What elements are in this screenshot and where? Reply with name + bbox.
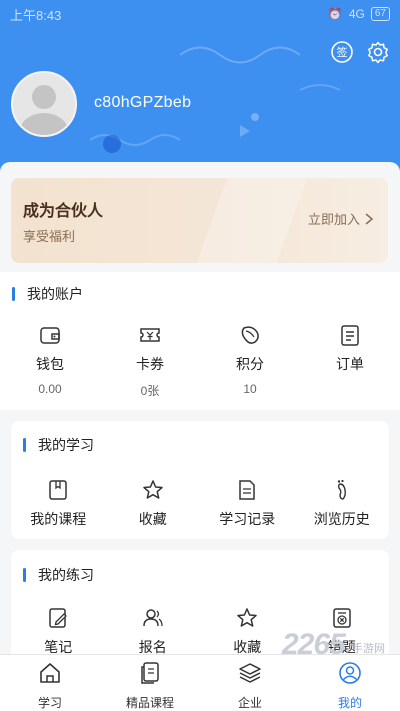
watermark-brand: 2265 xyxy=(282,628,346,661)
record-icon xyxy=(234,477,260,503)
partner-banner[interactable]: 成为合伙人 享受福利 立即加入 xyxy=(11,178,388,263)
profile-icon xyxy=(338,661,362,685)
order-icon xyxy=(337,322,363,348)
account-section: 我的账户 钱包 0.00 卡券 0张 积分 10 订单 xyxy=(0,272,400,410)
course-icon xyxy=(45,477,71,503)
chevron-right-icon xyxy=(365,212,374,225)
study-item-record[interactable]: 学习记录 xyxy=(200,477,295,529)
section-accent-bar xyxy=(12,287,15,301)
study-item-label: 学习记录 xyxy=(219,511,276,527)
partner-subtitle: 享受福利 xyxy=(23,229,76,244)
account-item-label: 订单 xyxy=(336,356,364,372)
watermark-suffix: 手游网 xyxy=(352,643,385,655)
star-icon xyxy=(234,605,260,631)
account-item-points[interactable]: 积分 10 xyxy=(200,322,300,399)
account-title: 我的账户 xyxy=(27,286,83,302)
study-item-label: 收藏 xyxy=(138,511,167,527)
account-item-coupon[interactable]: 卡券 0张 xyxy=(100,322,200,399)
practice-title: 我的练习 xyxy=(38,567,94,583)
study-section: 我的学习 我的课程 收藏 学习记录 浏览历史 xyxy=(11,421,389,539)
signup-icon xyxy=(140,605,166,631)
points-icon xyxy=(237,322,263,348)
tab-enterprise[interactable]: 企业 xyxy=(200,655,300,711)
header-actions: 签 xyxy=(330,40,390,64)
account-item-value: 10 xyxy=(243,382,257,396)
account-item-value: 0.00 xyxy=(38,382,62,396)
course-book-icon xyxy=(138,661,162,685)
practice-item-favorites[interactable]: 收藏 xyxy=(200,605,295,657)
gear-icon xyxy=(368,41,388,64)
status-indicators: ⏰ 4G 67 xyxy=(328,7,390,21)
tab-label: 精品课程 xyxy=(125,696,174,710)
coupon-icon xyxy=(137,322,163,348)
account-section-title: 我的账户 xyxy=(12,284,83,304)
account-item-value: 0张 xyxy=(140,384,160,398)
tab-label: 我的 xyxy=(337,696,362,710)
practice-section-title: 我的练习 xyxy=(23,565,94,585)
avatar[interactable] xyxy=(11,71,77,137)
alarm-icon: ⏰ xyxy=(327,7,343,21)
signal-network: 4G xyxy=(348,7,365,21)
study-grid: 我的课程 收藏 学习记录 浏览历史 xyxy=(11,477,389,529)
wallet-icon xyxy=(37,322,63,348)
study-item-favorites[interactable]: 收藏 xyxy=(106,477,201,529)
partner-title: 成为合伙人 xyxy=(23,203,104,220)
status-bar: 上午8:43 ⏰ 4G 67 xyxy=(0,0,400,28)
tab-label: 学习 xyxy=(37,696,62,710)
tab-premium-courses[interactable]: 精品课程 xyxy=(100,655,200,711)
study-item-my-course[interactable]: 我的课程 xyxy=(11,477,106,529)
bottom-tab-bar: 学习 精品课程 企业 我的 xyxy=(0,654,400,711)
banner-stripe xyxy=(190,178,312,263)
sign-in-icon: 签 xyxy=(331,41,353,63)
account-item-order[interactable]: 订单 xyxy=(300,322,400,399)
star-icon xyxy=(140,477,166,503)
account-grid: 钱包 0.00 卡券 0张 积分 10 订单 xyxy=(0,322,400,399)
settings-button[interactable] xyxy=(366,40,390,64)
default-avatar-icon xyxy=(20,85,68,135)
section-accent-bar xyxy=(23,568,26,582)
tab-label: 企业 xyxy=(237,696,262,710)
svg-text:签: 签 xyxy=(337,45,348,59)
partner-join-link[interactable]: 立即加入 xyxy=(308,209,374,228)
study-section-title: 我的学习 xyxy=(23,435,94,455)
layers-icon xyxy=(238,661,262,685)
battery-indicator: 67 xyxy=(370,7,390,21)
study-item-label: 我的课程 xyxy=(30,511,87,527)
account-item-label: 卡券 xyxy=(136,356,164,372)
status-time: 上午8:43 xyxy=(10,7,62,23)
footprint-icon xyxy=(329,477,355,503)
note-icon xyxy=(45,605,71,631)
study-title: 我的学习 xyxy=(38,437,94,453)
practice-item-signup[interactable]: 报名 xyxy=(106,605,201,657)
sign-in-button[interactable]: 签 xyxy=(330,40,354,64)
partner-join-label: 立即加入 xyxy=(307,212,360,227)
profile-header: 上午8:43 ⏰ 4G 67 签 c80hGPZbeb xyxy=(0,0,400,175)
section-accent-bar xyxy=(23,438,26,452)
practice-item-notes[interactable]: 笔记 xyxy=(11,605,106,657)
account-item-label: 钱包 xyxy=(36,356,64,372)
home-icon xyxy=(38,661,62,685)
tab-study[interactable]: 学习 xyxy=(0,655,100,711)
account-item-label: 积分 xyxy=(236,356,264,372)
username[interactable]: c80hGPZbeb xyxy=(94,94,191,112)
account-item-wallet[interactable]: 钱包 0.00 xyxy=(0,322,100,399)
profile-content: 成为合伙人 享受福利 立即加入 我的账户 钱包 0.00 卡券 0张 积分 10… xyxy=(0,162,400,668)
study-item-label: 浏览历史 xyxy=(313,511,370,527)
tab-mine[interactable]: 我的 xyxy=(300,655,400,711)
study-item-history[interactable]: 浏览历史 xyxy=(295,477,390,529)
